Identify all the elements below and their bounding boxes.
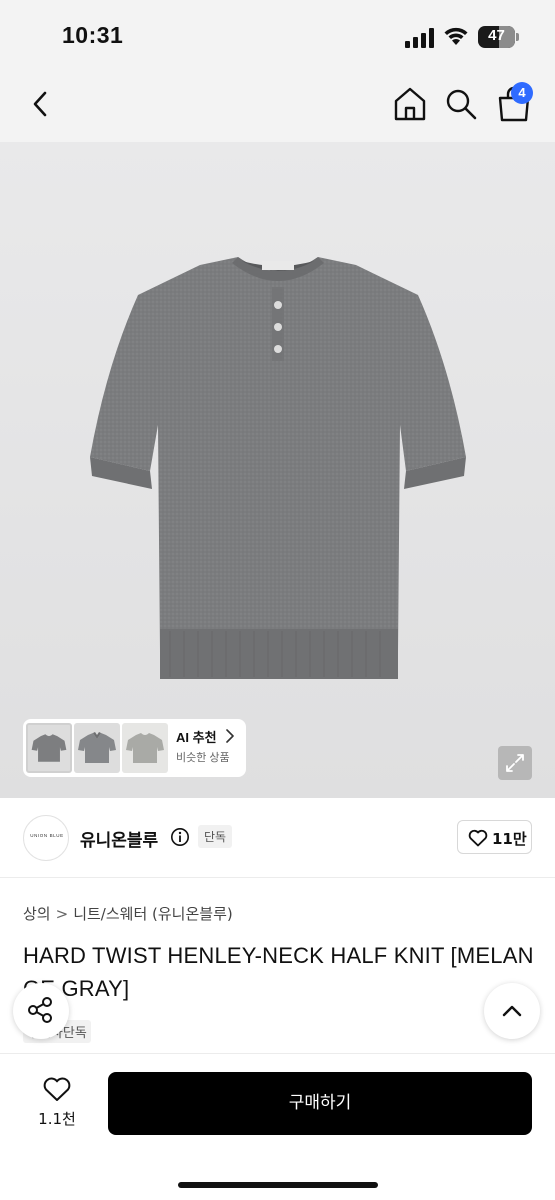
wishlist-count: 1.1천 xyxy=(38,1110,76,1128)
battery-icon: 47 xyxy=(478,26,520,48)
wifi-icon xyxy=(444,27,468,45)
thumbnail-1[interactable] xyxy=(26,723,72,773)
expand-icon xyxy=(506,754,524,772)
top-area: 10:31 47 4 xyxy=(0,0,555,142)
battery-cap xyxy=(516,33,519,41)
breadcrumb-item-brand[interactable]: (유니온블루) xyxy=(152,905,233,923)
exclusive-badge: 단독 xyxy=(198,825,233,848)
status-time: 10:31 xyxy=(62,22,124,48)
wishlist-button[interactable]: 1.1천 xyxy=(32,1074,82,1134)
breadcrumb-separator: > xyxy=(55,905,69,923)
brand-like-count: 11만 xyxy=(492,830,527,848)
home-icon[interactable] xyxy=(392,86,428,122)
heart-outline-icon xyxy=(43,1077,71,1101)
status-bar: 10:31 47 xyxy=(0,0,555,70)
cart-button[interactable]: 4 xyxy=(494,82,534,124)
nav-bar: 4 xyxy=(0,72,555,138)
product-image[interactable]: AI 추천 비슷한 상품 xyxy=(0,142,555,798)
breadcrumb-item-category[interactable]: 상의 xyxy=(23,905,51,923)
thumbnail-polo-shirt xyxy=(78,732,116,763)
search-icon[interactable] xyxy=(443,86,479,122)
info-icon[interactable] xyxy=(170,827,190,847)
cart-count-badge: 4 xyxy=(511,82,533,104)
brand-row: UNION BLUE 유니온블루 단독 11만 xyxy=(0,798,555,878)
cellular-signal-icon xyxy=(405,28,434,48)
buy-button[interactable]: 구매하기 xyxy=(108,1072,532,1135)
product-shirt-illustration xyxy=(90,257,466,679)
chevron-right-icon xyxy=(226,729,234,743)
scroll-to-top-button[interactable] xyxy=(484,983,540,1039)
thumbnail-light-shirt xyxy=(126,733,164,763)
thumbnail-2[interactable] xyxy=(74,723,120,773)
brand-name[interactable]: 유니온블루 xyxy=(80,826,158,851)
heart-icon xyxy=(468,829,488,847)
ai-recommendation-title: AI 추천 xyxy=(176,730,217,745)
thumbnail-henley-shirt xyxy=(31,734,67,762)
brand-logo-text: UNION BLUE xyxy=(30,833,64,838)
back-arrow-icon[interactable] xyxy=(24,86,58,122)
brand-logo[interactable]: UNION BLUE xyxy=(23,815,69,861)
ai-recommendation-link[interactable]: AI 추천 비슷한 상품 xyxy=(176,727,246,765)
breadcrumb: 상의 > 니트/스웨터 (유니온블루) xyxy=(23,903,233,924)
brand-like-button[interactable]: 11만 xyxy=(457,820,532,854)
thumbnail-3[interactable] xyxy=(122,723,168,773)
product-title: HARD TWIST HENLEY-NECK HALF KNIT [MELANG… xyxy=(23,943,534,1001)
fullscreen-button[interactable] xyxy=(498,746,532,780)
chevron-up-icon xyxy=(502,1005,522,1017)
ai-recommendation-subtitle: 비슷한 상품 xyxy=(176,752,230,764)
thumbnail-strip: AI 추천 비슷한 상품 xyxy=(23,719,246,777)
share-icon xyxy=(28,997,52,1023)
battery-level: 47 xyxy=(488,27,505,44)
bottom-action-bar: 1.1천 구매하기 xyxy=(0,1053,555,1200)
breadcrumb-item-subcategory[interactable]: 니트/스웨터 xyxy=(73,905,147,923)
share-button[interactable] xyxy=(13,983,69,1039)
home-indicator xyxy=(178,1182,378,1188)
